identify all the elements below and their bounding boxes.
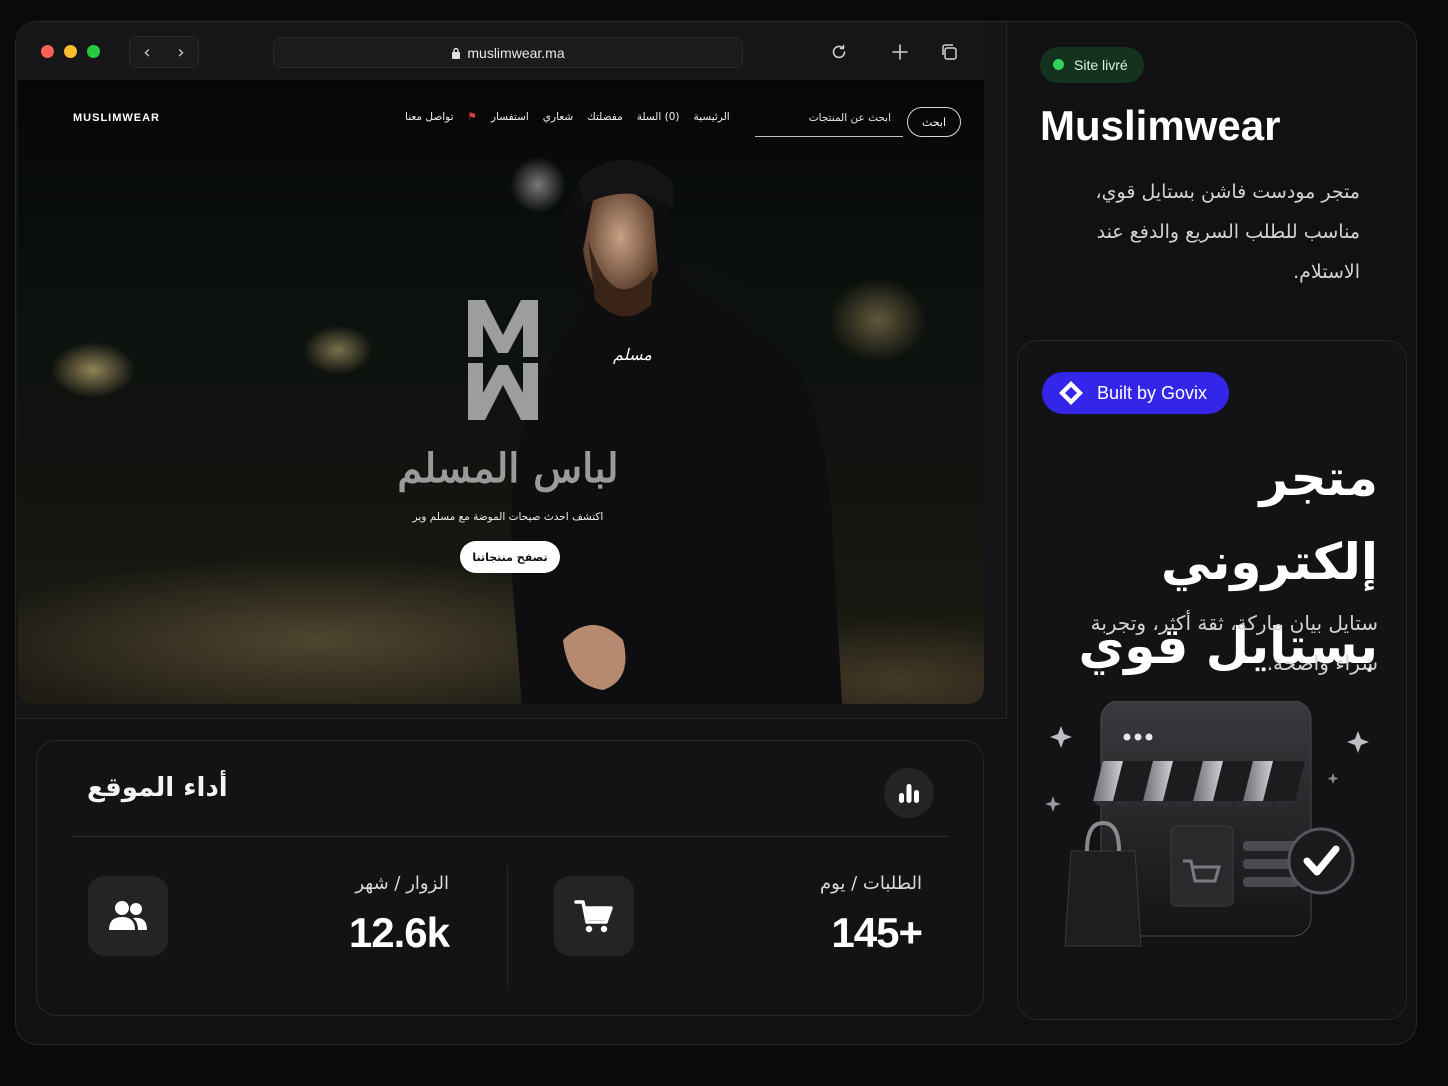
- website-viewport: مسلم MUSLIMWEAR الرئيسية (0) السلة مفضلت…: [18, 80, 984, 704]
- reload-icon[interactable]: [828, 41, 850, 63]
- address-bar[interactable]: muslimwear.ma: [273, 37, 743, 68]
- browser-toolbar: ‹ › muslimwear.ma: [16, 22, 983, 80]
- nav-inquiry[interactable]: استفسار: [491, 111, 529, 123]
- hero-title: لباس المسلم: [397, 445, 619, 492]
- back-button[interactable]: ‹: [130, 37, 164, 67]
- window-minimize-button[interactable]: [64, 45, 77, 58]
- nav-motto[interactable]: شعاري: [543, 111, 573, 123]
- site-search-button[interactable]: ابحث: [907, 107, 961, 137]
- mw-monogram-logo: [468, 300, 538, 420]
- browse-products-button[interactable]: تصفح منتجاتنا: [460, 541, 560, 573]
- hero-subtitle: اكتشف احدث صيحات الموضة مع مسلم وير: [412, 511, 604, 523]
- tabs-overview-icon[interactable]: [938, 41, 960, 63]
- site-search-input[interactable]: ابحث عن المنتجات: [755, 109, 903, 137]
- users-icon: [88, 876, 168, 956]
- brand-title: Muslimwear: [1040, 102, 1281, 149]
- online-store-illustration: [1045, 701, 1369, 947]
- new-tab-icon[interactable]: [889, 41, 911, 63]
- url-text: muslimwear.ma: [467, 44, 565, 61]
- window-maximize-button[interactable]: [87, 45, 100, 58]
- lock-icon: [452, 47, 461, 59]
- orders-label: الطلبات / يوم: [819, 873, 922, 894]
- forward-button[interactable]: ›: [164, 37, 198, 67]
- built-by-badge[interactable]: Built by Govix: [1042, 372, 1230, 414]
- browser-window: ‹ › muslimwear.ma مسلم MUSLIMWEAR الرئيس…: [16, 22, 1007, 719]
- showcase-frame: ‹ › muslimwear.ma مسلم MUSLIMWEAR الرئيس…: [15, 21, 1417, 1045]
- nav-cart[interactable]: (0) السلة: [637, 111, 680, 123]
- svg-text:مسلم: مسلم: [613, 345, 652, 364]
- performance-divider: [73, 836, 949, 837]
- site-navigation: الرئيسية (0) السلة مفضلتك شعاري استفسار …: [405, 111, 730, 123]
- flag-icon: ⚑: [467, 111, 477, 123]
- site-logo[interactable]: MUSLIMWEAR: [73, 112, 160, 124]
- bar-chart-icon[interactable]: [884, 768, 934, 818]
- orders-value: 145+: [831, 909, 923, 956]
- brand-description: متجر مودست فاشن بستايل قوي، مناسب للطلب …: [1095, 181, 1360, 283]
- status-badge: Site livré: [1040, 47, 1144, 83]
- promo-card: Built by Govix متجر إلكتروني بستايل قوي …: [1017, 340, 1407, 1020]
- cart-icon: [554, 876, 634, 956]
- built-by-label: Built by Govix: [1097, 382, 1208, 403]
- nav-home[interactable]: الرئيسية: [694, 111, 730, 123]
- govix-logo-icon: [1059, 381, 1083, 405]
- performance-card: أداء الموقع الزوار / شهر 12.6k الطلبات /…: [36, 740, 984, 1016]
- history-nav: ‹ ›: [129, 36, 199, 68]
- visitors-label: الزوار / شهر: [355, 873, 449, 894]
- window-close-button[interactable]: [41, 45, 54, 58]
- stats-divider: [507, 866, 508, 986]
- nav-contact[interactable]: تواصل معنا: [405, 111, 454, 123]
- performance-title: أداء الموقع: [87, 773, 228, 803]
- promo-description: ستايل بيان ماركة، ثقة أكثر، وتجربة شراء …: [1090, 611, 1378, 675]
- visitors-value: 12.6k: [348, 909, 450, 956]
- nav-favorites[interactable]: مفضلتك: [587, 111, 623, 123]
